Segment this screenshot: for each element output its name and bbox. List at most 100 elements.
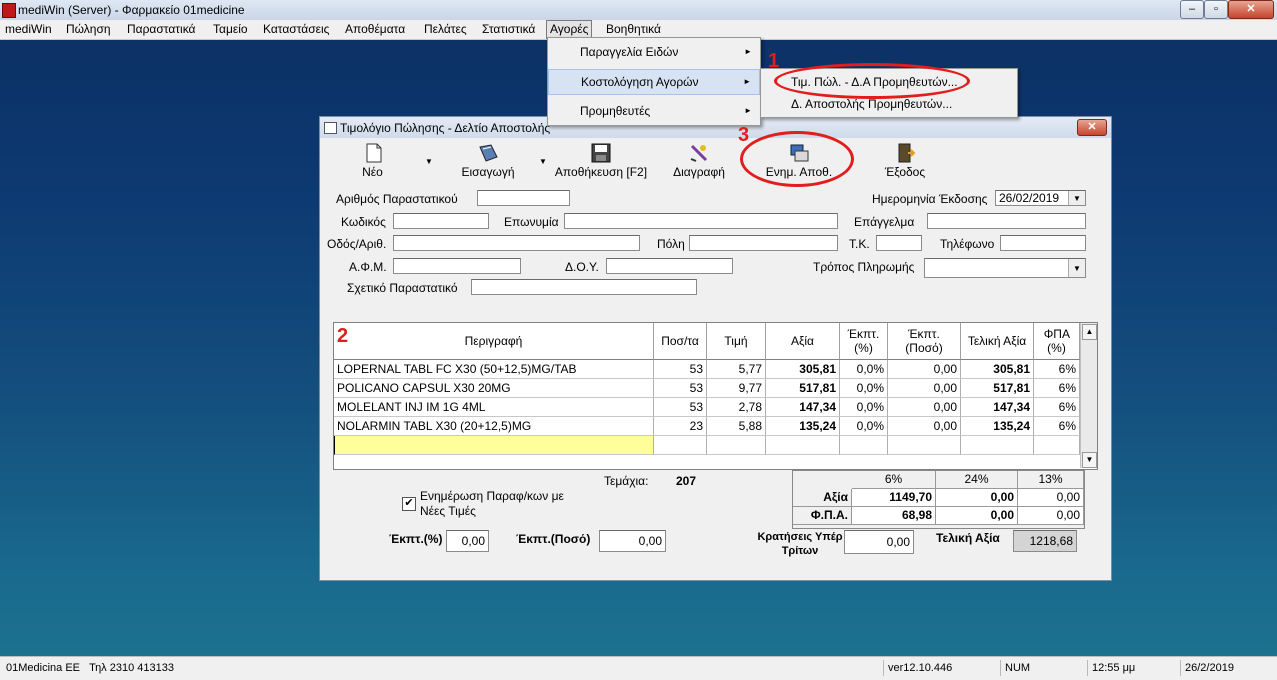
close-button[interactable]: ✕ [1228,0,1274,19]
cell-discount-amt[interactable]: 0,00 [888,398,961,417]
items-grid: Περιγραφή Ποσ/τα Τιμή Αξία Έκπτ. (%) Έκπ… [333,322,1098,470]
doc-number-field[interactable] [477,190,570,206]
menu-item-purchase-costing-label: Κοστολόγηση Αγορών [581,75,699,89]
col-header-final-value[interactable]: Τελική Αξία [961,323,1034,360]
update-prices-checkbox[interactable]: ✔ [402,497,416,511]
menu-item-purchase-costing[interactable]: Κοστολόγηση Αγορών ► [548,69,760,95]
dialog-close-button[interactable]: ✕ [1077,119,1107,136]
grid-scrollbar[interactable]: ▲ ▼ [1080,323,1097,468]
payment-dropdown-arrow[interactable]: ▼ [1068,259,1085,277]
col-header-price[interactable]: Τιμή [707,323,766,360]
cell-final-value[interactable]: 135,24 [961,417,1034,436]
address-field[interactable] [393,235,640,251]
cell-qty[interactable]: 23 [654,417,707,436]
new-entry-cell[interactable] [840,436,888,455]
phone-field[interactable] [1000,235,1086,251]
new-entry-description-cell[interactable] [334,436,654,455]
cell-discount-pct[interactable]: 0,0% [840,417,888,436]
cell-value[interactable]: 135,24 [766,417,840,436]
cell-description[interactable]: POLICANO CAPSUL X30 20MG [334,379,654,398]
menu-apothemata[interactable]: Αποθέματα [345,22,405,36]
new-entry-cell[interactable] [1034,436,1080,455]
discount-pct-field[interactable]: 0,00 [446,530,489,552]
new-entry-cell[interactable] [888,436,961,455]
new-entry-cell[interactable] [654,436,707,455]
cell-price[interactable]: 5,88 [707,417,766,436]
status-date: 26/2/2019 [1180,660,1270,676]
menu-mediwin[interactable]: mediWin [5,22,52,36]
profession-field[interactable] [927,213,1086,229]
cell-price[interactable]: 2,78 [707,398,766,417]
payment-method-select[interactable]: ▼ [924,258,1086,278]
exit-door-icon [898,143,916,163]
cell-discount-pct[interactable]: 0,0% [840,360,888,379]
menu-polisi[interactable]: Πώληση [66,22,111,36]
menu-tameio[interactable]: Ταμείο [213,22,248,36]
col-header-discount-amt[interactable]: Έκπτ. (Ποσό) [888,323,961,360]
delete-button[interactable]: Διαγραφή [665,141,733,181]
save-button[interactable]: Αποθήκευση [F2] [552,141,650,181]
cell-description[interactable]: NOLARMIN TABL X30 (20+12,5)MG [334,417,654,436]
col-header-qty[interactable]: Ποσ/τα [654,323,707,360]
cell-discount-amt[interactable]: 0,00 [888,360,961,379]
cell-discount-pct[interactable]: 0,0% [840,398,888,417]
new-entry-cell[interactable] [766,436,840,455]
name-field[interactable] [564,213,838,229]
cell-vat[interactable]: 6% [1034,417,1080,436]
col-header-discount-pct[interactable]: Έκπτ. (%) [840,323,888,360]
code-field[interactable] [393,213,489,229]
cell-qty[interactable]: 53 [654,398,707,417]
cell-description[interactable]: LOPERNAL TABL FC X30 (50+12,5)MG/TAB [334,360,654,379]
cell-value[interactable]: 147,34 [766,398,840,417]
menu-parastatika[interactable]: Παραστατικά [127,22,195,36]
doy-field[interactable] [606,258,733,274]
col-header-description[interactable]: Περιγραφή [334,323,654,360]
cell-value[interactable]: 517,81 [766,379,840,398]
exit-button[interactable]: Έξοδος [880,141,930,181]
cell-discount-amt[interactable]: 0,00 [888,379,961,398]
cell-description[interactable]: MOLELANT INJ IM 1G 4ML [334,398,654,417]
menu-pelates[interactable]: Πελάτες [424,22,467,36]
cell-vat[interactable]: 6% [1034,379,1080,398]
issue-date-field[interactable]: 26/02/2019 ▼ [995,190,1086,206]
col-header-vat[interactable]: ΦΠΑ (%) [1034,323,1080,360]
menu-voithitika[interactable]: Βοηθητικά [606,22,661,36]
maximize-button[interactable]: ▫ [1204,0,1228,19]
import-dropdown-arrow[interactable]: ▼ [539,157,547,166]
cell-discount-pct[interactable]: 0,0% [840,379,888,398]
vat-row-tax-label: Φ.Π.Α. [793,507,852,525]
cell-final-value[interactable]: 517,81 [961,379,1034,398]
cell-vat[interactable]: 6% [1034,398,1080,417]
cell-qty[interactable]: 53 [654,379,707,398]
afm-field[interactable] [393,258,521,274]
items-count-label: Τεμάχια: [604,474,649,488]
menu-statistika[interactable]: Στατιστικά [482,22,535,36]
cell-qty[interactable]: 53 [654,360,707,379]
minimize-button[interactable]: – [1180,0,1204,19]
cell-vat[interactable]: 6% [1034,360,1080,379]
withholding-field[interactable]: 0,00 [844,530,914,554]
menu-item-suppliers[interactable]: Προμηθευτές ► [548,99,760,123]
new-entry-cell[interactable] [961,436,1034,455]
new-button[interactable]: Νέο [350,141,395,181]
new-dropdown-arrow[interactable]: ▼ [425,157,433,166]
new-entry-cell[interactable] [707,436,766,455]
col-header-value[interactable]: Αξία [766,323,840,360]
cell-final-value[interactable]: 147,34 [961,398,1034,417]
date-dropdown-arrow[interactable]: ▼ [1068,191,1085,205]
cell-value[interactable]: 305,81 [766,360,840,379]
update-prices-label-2: Νέες Τιμές [420,504,476,518]
cell-discount-amt[interactable]: 0,00 [888,417,961,436]
related-doc-field[interactable] [471,279,697,295]
cell-final-value[interactable]: 305,81 [961,360,1034,379]
menu-item-order-products[interactable]: Παραγγελία Ειδών ► [548,40,760,64]
city-field[interactable] [689,235,838,251]
cell-price[interactable]: 9,77 [707,379,766,398]
scroll-down-arrow[interactable]: ▼ [1082,452,1097,468]
zip-field[interactable] [876,235,922,251]
cell-price[interactable]: 5,77 [707,360,766,379]
menu-katastaseis[interactable]: Καταστάσεις [263,22,329,36]
import-button[interactable]: Εισαγωγή [453,141,523,181]
scroll-up-arrow[interactable]: ▲ [1082,324,1097,340]
discount-amt-field[interactable]: 0,00 [599,530,666,552]
